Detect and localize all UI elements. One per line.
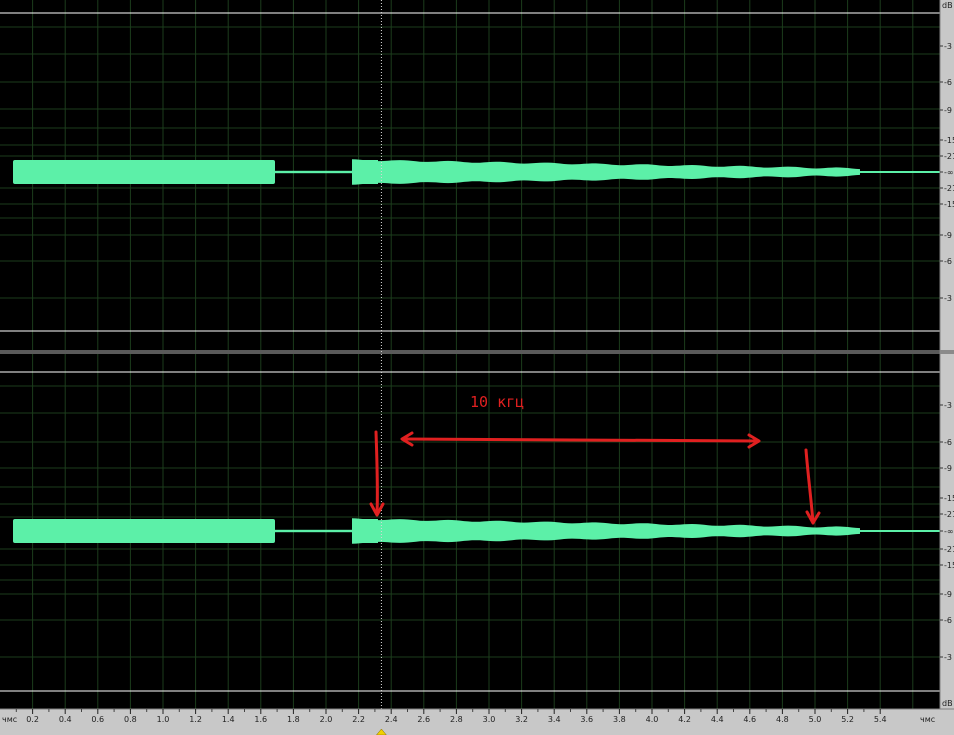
db-tick-label: -15 [944, 200, 954, 209]
timeline-tick-label: 4.8 [776, 715, 789, 724]
waveform-editor[interactable]: 10 кгц -3 -6 -9 -15 -21 -∞ -21 -15 -9 -6 -3 -3 -6 -9… [0, 0, 954, 735]
timeline-tick-label: 4.0 [646, 715, 659, 724]
db-tick-label: -15 [944, 561, 954, 570]
timeline-tick-label: 2.0 [320, 715, 333, 724]
db-tick-label: -9 [944, 590, 952, 599]
db-tick-label: -∞ [944, 527, 954, 536]
timeline-tick-label: 0.4 [59, 715, 72, 724]
timeline-tick-label: 3.8 [613, 715, 626, 724]
db-tick-label: -6 [944, 438, 952, 447]
timeline-tick-label: 0.2 [26, 715, 39, 724]
channel-divider[interactable] [0, 350, 940, 354]
timeline-tick-label: 1.0 [157, 715, 170, 724]
timeline-tick-label: 2.6 [417, 715, 430, 724]
double-arrow-shaft [401, 437, 760, 443]
timeline-tick-label: 5.0 [809, 715, 822, 724]
timeline-tick-label: 1.4 [222, 715, 235, 724]
db-unit-label-bottom: dB [942, 699, 953, 708]
waveform-tail [860, 530, 940, 532]
db-tick-label: -15 [944, 494, 954, 503]
timeline-tick-label: 1.6 [254, 715, 267, 724]
timeline-tick-label: 1.8 [287, 715, 300, 724]
timeline-tick-label: 4.4 [711, 715, 724, 724]
timeline-tick-label: 3.6 [580, 715, 593, 724]
db-tick-label: -15 [944, 136, 954, 145]
waveform-gap-1 [275, 529, 353, 533]
db-tick-label: -9 [944, 106, 952, 115]
waveform-segment-1 [13, 160, 275, 184]
timeline-tick-label: 3.0 [483, 715, 496, 724]
waveform-gap-1 [275, 170, 353, 174]
waveform-tail [860, 171, 940, 173]
timeline-tick-label: 1.2 [189, 715, 202, 724]
waveform-segment-1 [13, 519, 275, 543]
db-tick-label: -3 [944, 42, 952, 51]
db-tick-label: -21 [944, 545, 954, 554]
timeline-unit-right: чмс [920, 715, 935, 724]
db-tick-label: -3 [944, 294, 952, 303]
timeline-tick-label: 3.4 [548, 715, 561, 724]
db-tick-label: -21 [944, 152, 954, 161]
timeline-tick-label: 0.6 [91, 715, 104, 724]
frequency-annotation-label: 10 кгц [470, 393, 524, 411]
timeline-tick-label: 5.4 [874, 715, 887, 724]
timeline-tick-label: 3.2 [515, 715, 528, 724]
timeline-tick-label: 5.2 [841, 715, 854, 724]
db-tick-label: -9 [944, 231, 952, 240]
timeline-tick-label: 2.4 [385, 715, 398, 724]
timeline-tick-label: 2.8 [450, 715, 463, 724]
waveform-segment-2-notch [352, 519, 378, 543]
arrow-down-left [374, 430, 379, 516]
db-unit-label-top: dB [942, 1, 953, 10]
db-tick-label: -6 [944, 257, 952, 266]
timeline-unit-left: чмс [2, 715, 17, 724]
db-tick-label: -3 [944, 653, 952, 662]
db-tick-label: -6 [944, 78, 952, 87]
db-scale-divider [940, 350, 954, 354]
db-tick-label: -9 [944, 464, 952, 473]
timeline-tick-label: 2.2 [352, 715, 365, 724]
timeline-tick-label: 0.8 [124, 715, 137, 724]
db-tick-label: -21 [944, 510, 954, 519]
db-tick-label: -3 [944, 401, 952, 410]
timeline-tick-label: 4.2 [678, 715, 691, 724]
waveform-segment-2-notch [352, 160, 378, 184]
db-tick-label: -21 [944, 184, 954, 193]
db-tick-label: -∞ [944, 168, 954, 177]
db-tick-label: -6 [944, 616, 952, 625]
timeline-tick-label: 4.6 [743, 715, 756, 724]
